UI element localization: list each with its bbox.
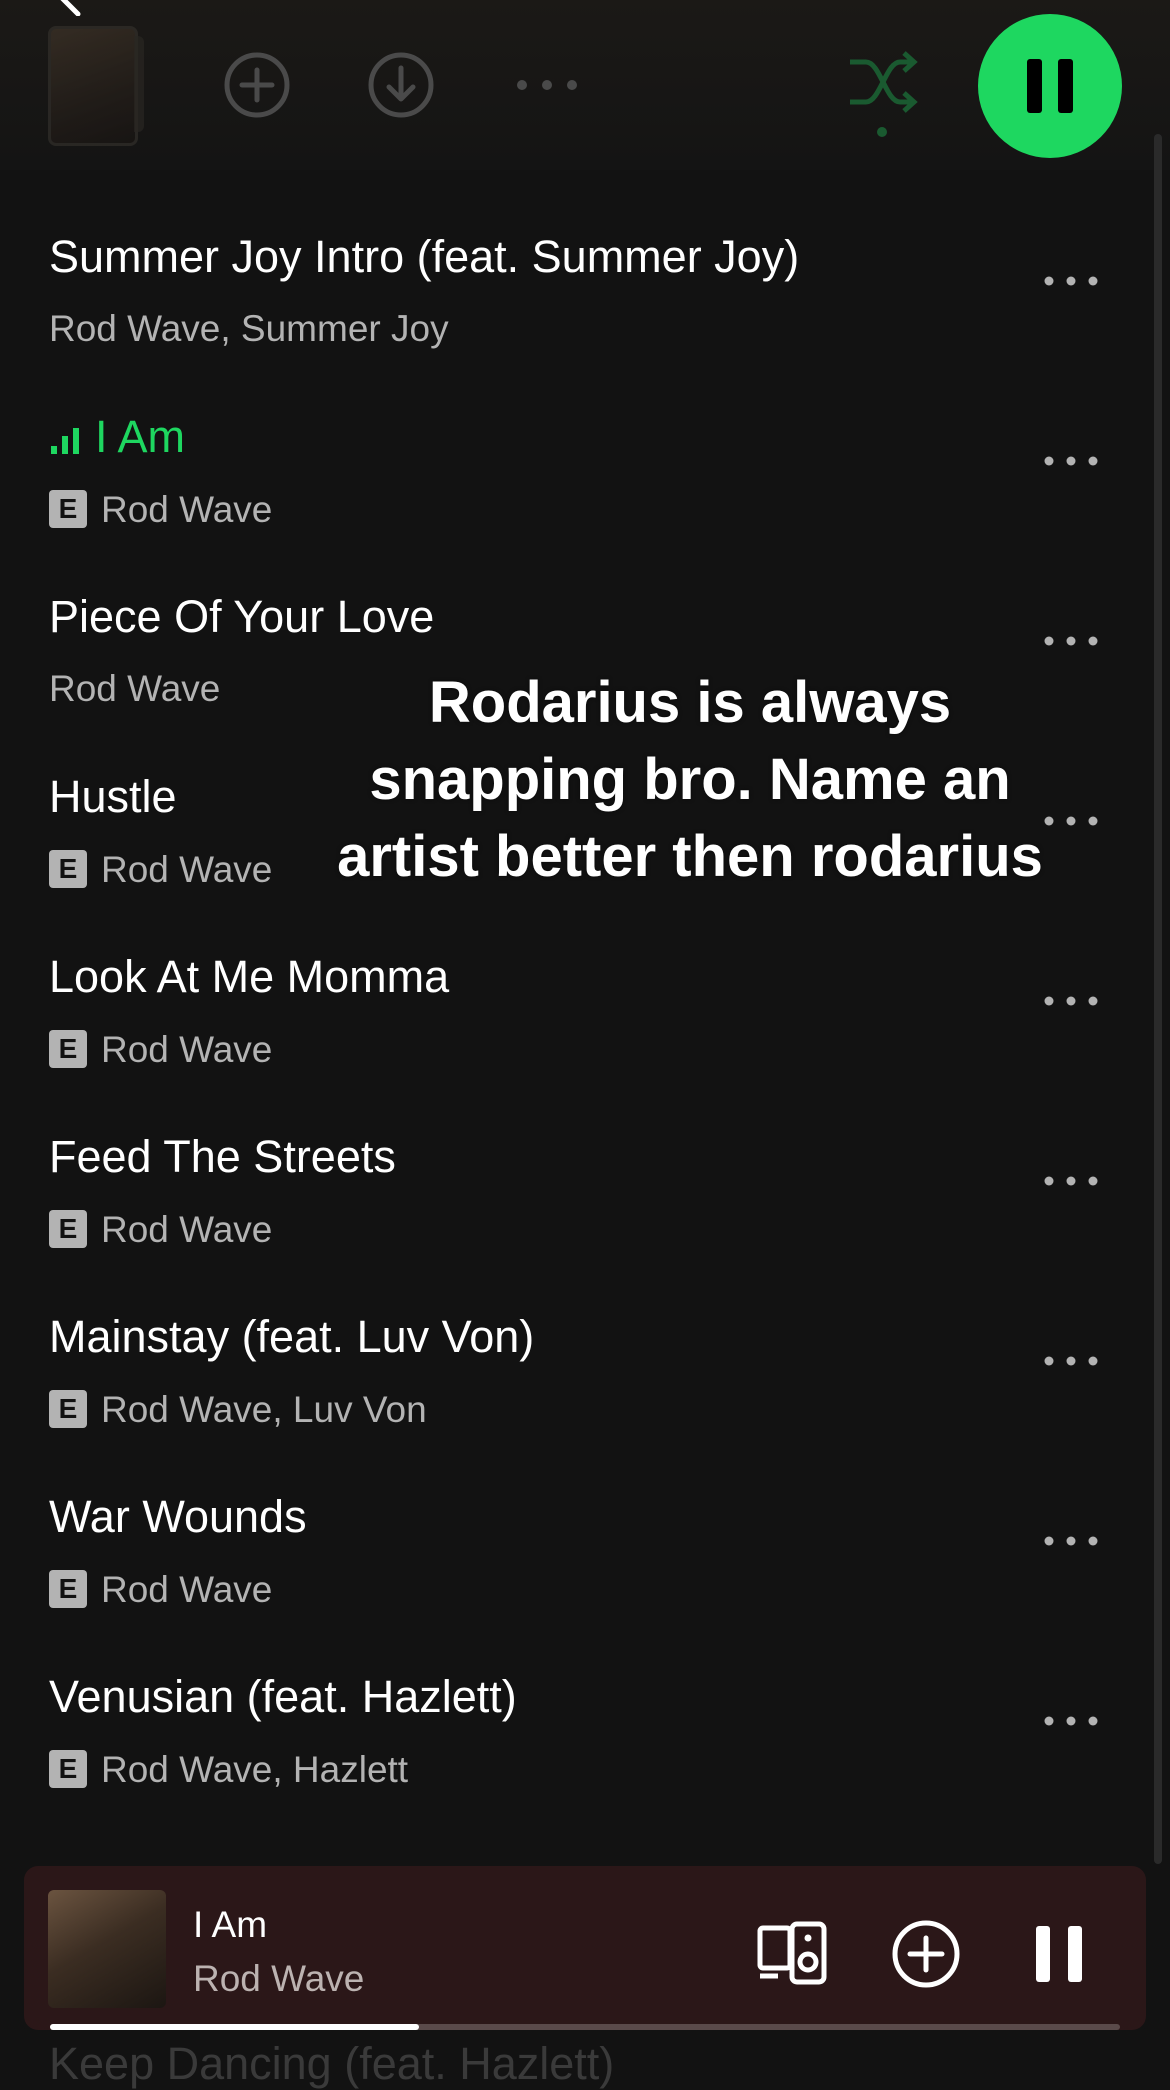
- explicit-badge: E: [49, 1030, 87, 1068]
- track-title: Summer Joy Intro (feat. Summer Joy): [49, 234, 799, 279]
- track-artist: Rod Wave: [101, 848, 273, 890]
- pause-icon[interactable]: [1024, 1918, 1096, 1990]
- track-title: Mainstay (feat. Luv Von): [49, 1314, 534, 1359]
- download-icon[interactable]: [366, 50, 436, 120]
- more-icon[interactable]: [1042, 454, 1100, 468]
- explicit-badge: E: [49, 1750, 87, 1788]
- track-artist: Rod Wave, Luv Von: [101, 1388, 427, 1430]
- overlay-line: Rodarius is always: [428, 670, 952, 735]
- track-title: Piece Of Your Love: [49, 594, 434, 639]
- track-row[interactable]: Look At Me Momma E Rod Wave: [0, 920, 1170, 1100]
- track-title-text: Hustle: [49, 771, 177, 822]
- playback-progress-fill: [50, 2024, 420, 2030]
- track-title: Hustle: [49, 774, 177, 819]
- track-row[interactable]: Mainstay (feat. Luv Von) E Rod Wave, Luv V…: [0, 1280, 1170, 1460]
- overlay-line: snapping bro. Name an: [369, 747, 1011, 812]
- track-artist: Rod Wave: [101, 1028, 273, 1070]
- album-thumbnail[interactable]: [48, 26, 138, 146]
- track-title-text: Feed The Streets: [49, 1131, 396, 1182]
- track-artist: Rod Wave: [101, 1208, 273, 1250]
- shuffle-icon[interactable]: [846, 48, 920, 144]
- overlay-line: artist better then rodarius: [337, 824, 1043, 889]
- track-subtitle: E Rod Wave: [49, 490, 272, 528]
- track-subtitle: E Rod Wave: [49, 1570, 272, 1608]
- album-stack-edge: [134, 36, 144, 132]
- playlist-toolbar: [0, 0, 1170, 170]
- add-icon[interactable]: [222, 50, 292, 120]
- track-title-text: War Wounds: [49, 1491, 307, 1542]
- track-subtitle: E Rod Wave, Hazlett: [49, 1750, 408, 1788]
- now-playing-equalizer-icon: [51, 428, 79, 454]
- more-icon[interactable]: [1042, 1714, 1100, 1728]
- track-row[interactable]: Feed The Streets E Rod Wave: [0, 1100, 1170, 1280]
- track-row[interactable]: Venusian (feat. Hazlett) E Rod Wave, Hazle…: [0, 1640, 1170, 1820]
- track-title-text: Piece Of Your Love: [49, 591, 435, 642]
- track-artist: Rod Wave: [101, 488, 273, 530]
- track-subtitle: Rod Wave, Summer Joy: [49, 310, 449, 347]
- explicit-badge: E: [49, 1210, 87, 1248]
- track-subtitle: Rod Wave: [49, 670, 220, 707]
- pause-icon: [1027, 59, 1073, 113]
- more-icon[interactable]: [1042, 1174, 1100, 1188]
- playback-progress[interactable]: [50, 2024, 1120, 2030]
- track-title-text: Summer Joy Intro (feat. Summer Joy): [49, 231, 800, 282]
- mini-player-title: I Am: [193, 1904, 268, 1945]
- more-icon[interactable]: [1042, 274, 1100, 288]
- track-artist: Rod Wave: [101, 1568, 273, 1610]
- track-subtitle: E Rod Wave: [49, 1210, 272, 1248]
- more-icon[interactable]: [1042, 634, 1100, 648]
- back-icon[interactable]: [52, 0, 92, 16]
- explicit-badge: E: [49, 1570, 87, 1608]
- track-artist: Rod Wave, Hazlett: [101, 1748, 409, 1790]
- more-icon[interactable]: [1042, 1534, 1100, 1548]
- track-artist: Rod Wave, Summer Joy: [49, 308, 449, 349]
- track-title-text: Look At Me Momma: [49, 951, 450, 1002]
- more-icon[interactable]: [1042, 994, 1100, 1008]
- track-subtitle: E Rod Wave: [49, 1030, 272, 1068]
- more-icon[interactable]: [1042, 1354, 1100, 1368]
- mini-player[interactable]: I Am Rod Wave: [24, 1866, 1146, 2030]
- track-subtitle: E Rod Wave, Luv Von: [49, 1390, 427, 1428]
- connect-device-icon[interactable]: [756, 1918, 828, 1990]
- track-title: I Am: [49, 414, 185, 459]
- track-row[interactable]: I Am E Rod Wave: [0, 380, 1170, 560]
- explicit-badge: E: [49, 850, 87, 888]
- track-row[interactable]: War Wounds E Rod Wave: [0, 1460, 1170, 1640]
- track-title-text: I Am: [95, 411, 186, 462]
- mini-player-artist: Rod Wave: [193, 1958, 365, 1999]
- add-icon[interactable]: [890, 1918, 962, 1990]
- peek-track-title[interactable]: Keep Dancing (feat. Hazlett): [49, 2038, 614, 2090]
- track-list: Summer Joy Intro (feat. Summer Joy) Rod W…: [0, 200, 1170, 1820]
- explicit-badge: E: [49, 490, 87, 528]
- mini-player-album-art[interactable]: [48, 1890, 166, 2008]
- explicit-badge: E: [49, 1390, 87, 1428]
- track-title: Venusian (feat. Hazlett): [49, 1674, 517, 1719]
- overlay-caption: Rodarius is always snapping bro. Name an…: [300, 664, 1080, 895]
- track-title: Look At Me Momma: [49, 954, 449, 999]
- track-title-text: Mainstay (feat. Luv Von): [49, 1311, 535, 1362]
- track-title: Feed The Streets: [49, 1134, 396, 1179]
- track-title: War Wounds: [49, 1494, 307, 1539]
- more-icon[interactable]: [512, 78, 582, 92]
- pause-button[interactable]: [978, 14, 1122, 158]
- track-subtitle: E Rod Wave: [49, 850, 272, 888]
- track-row[interactable]: Summer Joy Intro (feat. Summer Joy) Rod W…: [0, 200, 1170, 380]
- track-title-text: Venusian (feat. Hazlett): [49, 1671, 517, 1722]
- track-artist: Rod Wave: [49, 668, 221, 709]
